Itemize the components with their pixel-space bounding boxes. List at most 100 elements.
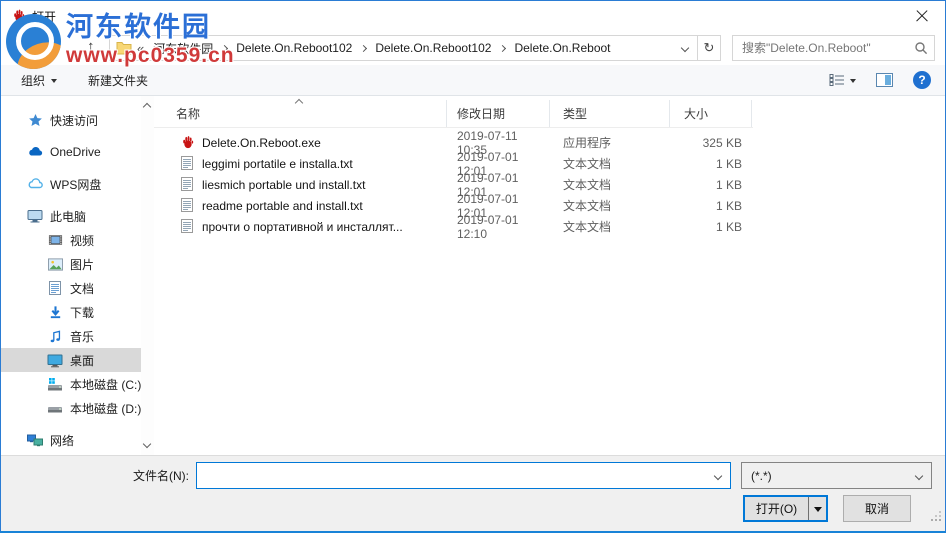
sidebar-item-drive-d[interactable]: 本地磁盘 (D:)	[1, 396, 141, 420]
sidebar-item-documents[interactable]: 文档	[1, 276, 141, 300]
sidebar-item-label: 本地磁盘 (C:)	[70, 377, 142, 392]
list-view-icon	[829, 74, 844, 86]
chevron-right-icon	[499, 44, 507, 52]
search-input[interactable]	[733, 41, 908, 55]
open-button-label: 打开(O)	[755, 502, 798, 516]
chevron-right-icon	[360, 44, 368, 52]
sidebar-item-desktop[interactable]: 桌面	[1, 348, 141, 372]
refresh-icon[interactable]: ↻	[697, 36, 720, 60]
triangle-down-icon	[813, 506, 822, 516]
sidebar-item-quick-access[interactable]: 快速访问	[1, 108, 141, 132]
command-bar: 组织 新建文件夹 ?	[1, 65, 945, 96]
sidebar-item-label: 快速访问	[50, 113, 99, 128]
sidebar-item-this-pc[interactable]: 此电脑	[1, 204, 141, 228]
open-split-dropdown[interactable]	[809, 497, 826, 520]
text-file-icon	[181, 198, 195, 213]
sidebar-item-label: OneDrive	[50, 145, 101, 159]
file-type: 文本文档	[563, 199, 612, 213]
sidebar-item-network[interactable]: 网络	[1, 428, 141, 452]
cancel-button[interactable]: 取消	[843, 495, 911, 522]
file-type: 文本文档	[563, 157, 612, 171]
address-dropdown-icon[interactable]	[673, 36, 697, 60]
filename-dropdown-icon[interactable]	[706, 471, 730, 480]
open-button[interactable]: 打开(O)	[743, 495, 828, 522]
search-icon[interactable]	[908, 41, 934, 55]
star-icon	[27, 112, 43, 128]
close-icon[interactable]	[899, 1, 945, 31]
navigation-bar: ← → ↑ « 河东软件园 Delete.On.Reboot102 Delete…	[1, 31, 945, 65]
column-header-type[interactable]: 类型	[550, 100, 670, 127]
file-name: прочти о портативной и инсталлят...	[202, 219, 403, 234]
toolbar-right-group: ?	[829, 71, 931, 89]
address-bar[interactable]: « 河东软件园 Delete.On.Reboot102 Delete.On.Re…	[109, 35, 721, 61]
file-type: 文本文档	[563, 178, 612, 192]
breadcrumb-item[interactable]: 河东软件园	[151, 40, 215, 57]
sidebar: 快速访问 OneDrive WPS网盘 此电脑 视频 图片 文档 下载 音乐 桌…	[1, 96, 141, 455]
picture-icon	[47, 256, 63, 272]
desktop-icon	[47, 352, 63, 368]
list-header: 名称 修改日期 类型 大小	[154, 98, 753, 128]
sidebar-item-label: 图片	[70, 257, 95, 272]
organize-label: 组织	[21, 73, 46, 88]
forward-icon[interactable]: →	[39, 38, 54, 55]
column-label: 名称	[176, 107, 201, 121]
column-header-date[interactable]: 修改日期	[447, 100, 550, 127]
filename-input[interactable]	[197, 463, 706, 488]
file-type: 文本文档	[563, 220, 612, 234]
text-file-icon	[181, 156, 195, 171]
document-icon	[47, 280, 63, 296]
scroll-down-icon[interactable]	[142, 439, 152, 449]
sidebar-item-label: 本地磁盘 (D:)	[70, 401, 142, 416]
new-folder-button[interactable]: 新建文件夹	[88, 72, 148, 89]
video-icon	[47, 232, 63, 248]
file-size: 1 KB	[715, 177, 742, 192]
preview-pane-button[interactable]	[876, 73, 893, 87]
file-name: readme portable and install.txt	[202, 198, 363, 213]
music-note-icon	[47, 328, 63, 344]
sidebar-item-label: WPS网盘	[50, 177, 102, 192]
search-box	[732, 35, 935, 61]
file-size: 1 KB	[715, 219, 742, 234]
scroll-up-icon[interactable]	[142, 102, 152, 112]
breadcrumb-overflow-icon[interactable]: «	[137, 41, 144, 56]
filename-label: 文件名(N):	[133, 469, 189, 483]
up-icon[interactable]: ↑	[87, 38, 95, 55]
sidebar-item-onedrive[interactable]: OneDrive	[1, 140, 141, 164]
preview-pane-icon	[876, 73, 893, 87]
sidebar-item-wps-cloud[interactable]: WPS网盘	[1, 172, 141, 196]
sidebar-item-label: 视频	[70, 233, 95, 248]
filetype-select[interactable]: (*.*)	[741, 462, 932, 489]
column-label: 修改日期	[457, 107, 506, 121]
sidebar-item-label: 此电脑	[50, 209, 87, 224]
sidebar-item-downloads[interactable]: 下载	[1, 300, 141, 324]
file-row[interactable]: прочти о портативной и инсталлят... 2019…	[154, 213, 945, 241]
breadcrumb-item[interactable]: Delete.On.Reboot	[512, 41, 612, 55]
red-hand-app-icon	[14, 9, 25, 22]
main-area: 快速访问 OneDrive WPS网盘 此电脑 视频 图片 文档 下载 音乐 桌…	[1, 96, 945, 455]
dialog-footer: 文件名(N): (*.*) 打开(O) 取消	[1, 455, 945, 531]
sidebar-item-drive-c[interactable]: 本地磁盘 (C:)	[1, 372, 141, 396]
drive-icon	[47, 400, 63, 416]
resize-grip[interactable]	[931, 519, 933, 521]
computer-icon	[27, 208, 43, 224]
organize-button[interactable]: 组织	[21, 72, 58, 89]
view-mode-button[interactable]	[829, 73, 856, 87]
sidebar-scrollbar[interactable]	[141, 96, 154, 455]
download-arrow-icon	[47, 304, 63, 320]
help-icon[interactable]: ?	[913, 71, 931, 89]
sidebar-item-music[interactable]: 音乐	[1, 324, 141, 348]
sidebar-item-label: 音乐	[70, 329, 95, 344]
text-file-icon	[181, 219, 195, 234]
sidebar-item-pictures[interactable]: 图片	[1, 252, 141, 276]
open-dialog: 打开 ← → ↑ « 河东软件园 Delete.On.Reboot102 Del…	[0, 0, 946, 533]
filename-combobox	[196, 462, 731, 489]
back-icon[interactable]: ←	[15, 38, 30, 55]
column-header-size[interactable]: 大小	[670, 100, 752, 127]
file-type: 应用程序	[563, 136, 612, 150]
red-hand-file-icon	[181, 135, 195, 150]
dialog-title: 打开	[32, 9, 57, 24]
breadcrumb-item[interactable]: Delete.On.Reboot102	[234, 41, 354, 55]
sidebar-item-videos[interactable]: 视频	[1, 228, 141, 252]
breadcrumb-item[interactable]: Delete.On.Reboot102	[373, 41, 493, 55]
sidebar-item-label: 网络	[50, 433, 75, 448]
